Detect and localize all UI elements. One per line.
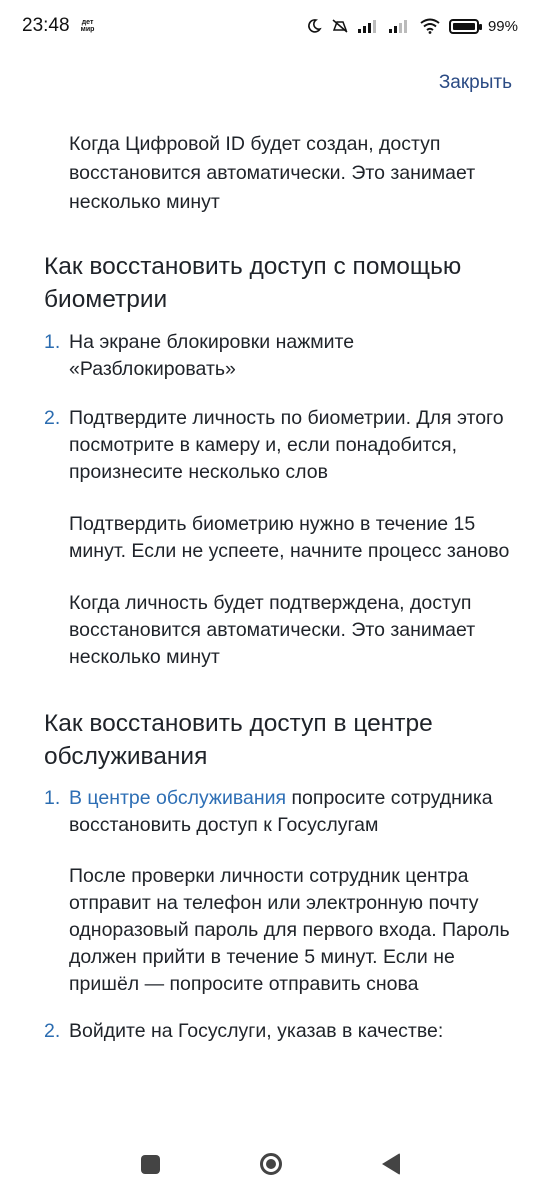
service-center-link[interactable]: В центре обслуживания xyxy=(69,787,286,809)
step-number: 1. xyxy=(44,787,61,809)
home-icon[interactable] xyxy=(259,1153,282,1175)
scroll-fade xyxy=(0,1098,540,1128)
step-number: 2. xyxy=(44,407,61,429)
wifi-icon xyxy=(420,18,440,34)
battery-icon xyxy=(448,18,482,34)
biometrics-step-1: 1. На экране блокировки нажмите «Разблок… xyxy=(44,329,514,383)
status-bar-right: 99% xyxy=(306,18,518,35)
biometrics-note-2: Когда личность будет подтверждена, досту… xyxy=(69,592,476,668)
status-time: 23:48 xyxy=(22,15,70,36)
system-nav-bar xyxy=(0,1128,540,1200)
step-text: На экране блокировки нажмите «Разблокиро… xyxy=(69,331,355,380)
step-text: Подтвердите личность по биометрии. Для э… xyxy=(69,407,504,483)
do-not-disturb-icon xyxy=(308,19,322,33)
back-icon[interactable] xyxy=(381,1153,400,1175)
status-bar-left: 23:48 дет мир xyxy=(22,15,96,37)
biometrics-heading: Как восстановить доступ с помощью биомет… xyxy=(44,253,462,313)
biometrics-step-2: 2. Подтвердите личность по биометрии. Дл… xyxy=(44,405,514,486)
close-button[interactable]: Закрыть xyxy=(439,72,512,94)
status-bar: 23:48 дет мир 99% xyxy=(0,0,540,52)
step-number: 2. xyxy=(44,1020,61,1042)
service-center-heading: Как восстановить доступ в центре обслужи… xyxy=(44,710,433,770)
step-number: 1. xyxy=(44,331,61,353)
biometrics-note-1: Подтвердить биометрию нужно в течение 15… xyxy=(69,513,510,562)
signal-icon-1 xyxy=(357,20,376,33)
notification-app-icon: дет мир xyxy=(80,19,95,33)
step-text: Войдите на Госуслуги, указав в качестве: xyxy=(69,1020,444,1042)
service-center-note: После проверки личности сотрудник центра… xyxy=(69,865,510,995)
mute-icon xyxy=(332,19,348,33)
help-content: Когда Цифровой ID будет создан, доступ в… xyxy=(44,130,514,1045)
signal-icon-2 xyxy=(388,20,407,33)
service-center-step-1: 1. В центре обслуживания попросите сотру… xyxy=(44,785,514,839)
service-center-step-2: 2. Войдите на Госуслуги, указав в качест… xyxy=(44,1018,514,1045)
battery-level: 99% xyxy=(487,17,518,35)
recents-icon[interactable] xyxy=(140,1154,160,1174)
intro-text: Когда Цифровой ID будет создан, доступ в… xyxy=(69,133,476,213)
step-text: В центре обслуживания попросите сотрудни… xyxy=(69,785,514,839)
